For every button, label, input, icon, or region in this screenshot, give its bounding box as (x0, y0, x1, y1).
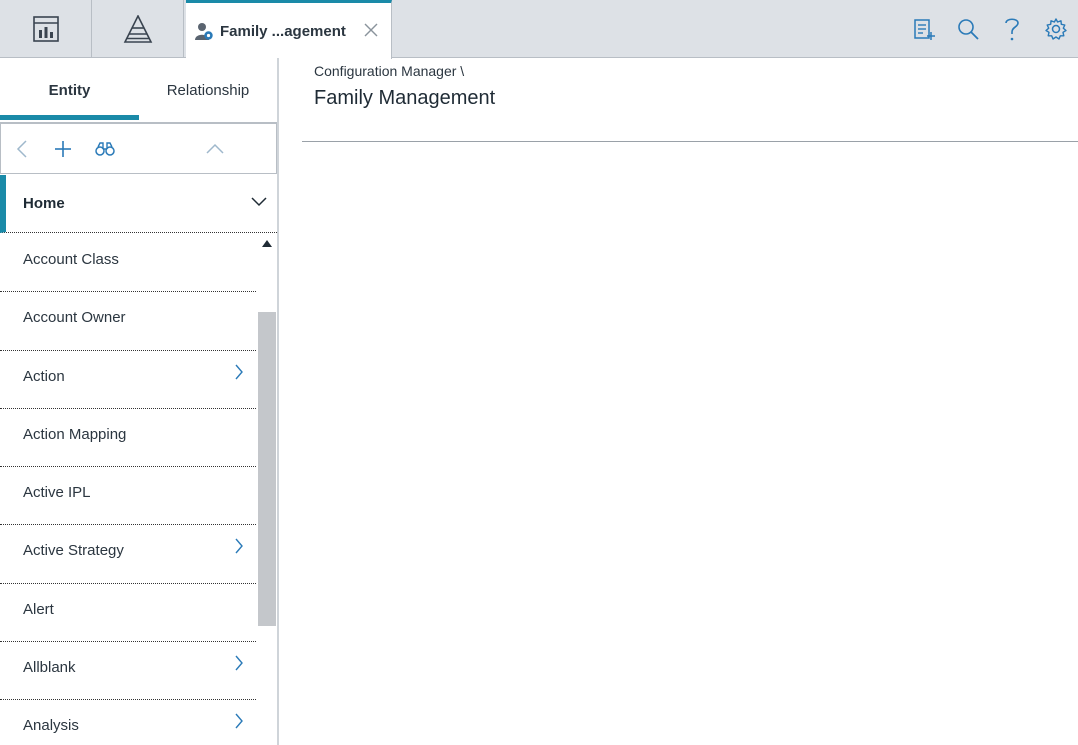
clipboard-add-icon (914, 19, 935, 40)
scrollbar-thumb[interactable] (258, 312, 276, 626)
find-button[interactable] (93, 137, 117, 161)
tab-relationship[interactable]: Relationship (139, 58, 277, 120)
list-item[interactable]: Analysis (0, 700, 256, 745)
divider (302, 141, 1078, 142)
chevron-left-icon (16, 140, 27, 158)
settings-button[interactable] (1034, 0, 1078, 58)
chevron-up-icon (206, 143, 224, 154)
pyramid-icon (123, 15, 152, 43)
close-icon[interactable] (363, 22, 379, 38)
list-item[interactable]: Active IPL (0, 467, 256, 526)
home-label: Home (23, 195, 65, 212)
list-item-label: Active IPL (23, 484, 91, 502)
panel-tabs: Entity Relationship (0, 58, 277, 120)
list-item-label: Alert (23, 600, 54, 618)
scrollbar[interactable] (258, 234, 276, 745)
chevron-right-icon[interactable] (234, 364, 244, 380)
list-item[interactable]: Active Strategy (0, 525, 256, 584)
list-item-label: Active Strategy (23, 542, 124, 560)
tab-family-management[interactable]: Family ...agement (186, 0, 392, 59)
help-icon (1005, 18, 1019, 41)
binoculars-icon (95, 142, 115, 156)
top-bar: Family ...agement (0, 0, 1078, 59)
add-to-list-button[interactable] (902, 0, 946, 58)
chevron-right-icon[interactable] (234, 713, 244, 729)
left-panel: Entity Relationship Home Account Class A… (0, 58, 279, 745)
search-button[interactable] (946, 0, 990, 58)
list-item-label: Allblank (23, 659, 76, 677)
scroll-up-arrow-icon[interactable] (261, 238, 273, 250)
plus-icon (55, 141, 71, 157)
collapse-button[interactable] (203, 137, 227, 161)
list-item[interactable]: Allblank (0, 642, 256, 701)
list-item-label: Action (23, 367, 65, 385)
home-node[interactable]: Home (0, 175, 277, 233)
list-item-label: Analysis (23, 717, 79, 735)
list-item[interactable]: Action Mapping (0, 409, 256, 468)
list-item[interactable]: Account Owner (0, 292, 256, 351)
toolbar-right (902, 0, 1078, 58)
family-manager-icon (195, 23, 213, 40)
tab-label: Family ...agement (220, 22, 346, 40)
list-item-label: Account Owner (23, 309, 126, 327)
dashboard-app-button[interactable] (0, 0, 92, 58)
pyramid-app-button[interactable] (92, 0, 184, 58)
list-item-label: Action Mapping (23, 425, 127, 443)
dashboard-icon (32, 16, 59, 42)
breadcrumb[interactable]: Configuration Manager \ (314, 63, 464, 79)
gear-icon (1045, 18, 1067, 40)
add-button[interactable] (51, 137, 75, 161)
chevron-right-icon[interactable] (234, 538, 244, 554)
help-button[interactable] (990, 0, 1034, 58)
tree-toolbar (0, 122, 277, 174)
main-content: Configuration Manager \ Family Managemen… (281, 58, 1078, 745)
page-title: Family Management (314, 87, 496, 109)
list-item[interactable]: Action (0, 351, 256, 409)
list-item-label: Account Class (23, 251, 119, 268)
list-item[interactable]: Alert (0, 584, 256, 643)
back-button[interactable] (10, 137, 34, 161)
list-item[interactable]: Account Class (0, 234, 256, 293)
chevron-down-icon (251, 197, 267, 207)
search-icon (958, 19, 979, 40)
chevron-right-icon[interactable] (234, 655, 244, 671)
tab-entity[interactable]: Entity (0, 58, 139, 120)
family-list: Account Class Account Owner Action Action M… (0, 234, 256, 745)
